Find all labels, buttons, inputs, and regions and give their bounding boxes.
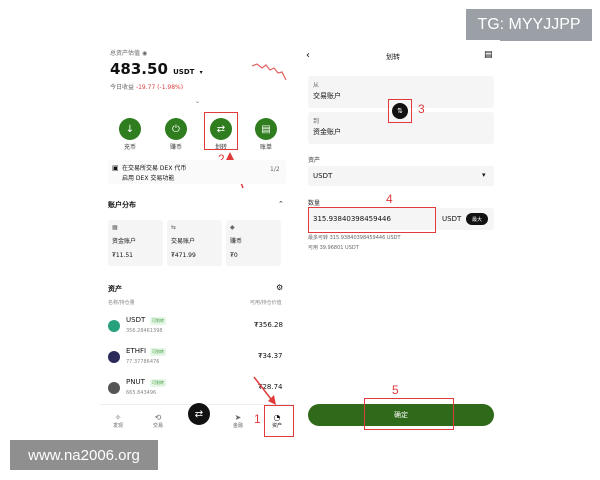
dex-line-2: 启用 DEX 交易功能 — [122, 175, 175, 182]
swap-center-icon[interactable]: ⇄ — [188, 403, 210, 425]
bill-label: 账单 — [259, 144, 272, 151]
nav-finance[interactable]: ➤ 金融 — [223, 413, 253, 429]
table-row[interactable]: USDT 可划转 356.28461398 ₮356.28 — [108, 316, 288, 340]
balance-value: 483.50 USDT ▾ — [110, 60, 203, 78]
coin-value: ₮34.37 — [258, 352, 283, 360]
amount-unit: USDT — [442, 215, 462, 223]
page-title: 划转 — [386, 53, 400, 61]
exchange-icon: ⇆ — [171, 224, 177, 231]
column-right: 可用/持仓价值 — [250, 300, 282, 306]
coin-name: USDT — [126, 316, 146, 324]
account-name: 交易账户 — [171, 238, 196, 245]
chevron-down-icon[interactable]: ▾ — [200, 69, 203, 76]
deposit-label: 充币 — [123, 144, 136, 151]
table-row[interactable]: ETHFI 可划转 77.37786476 ₮34.37 — [108, 347, 288, 371]
caret-down-icon: ▾ — [482, 171, 486, 179]
asset-label: 资产 — [308, 157, 321, 164]
coin-amount: 77.37786476 — [126, 359, 160, 365]
account-name: 赚币 — [230, 238, 243, 245]
balance-currency[interactable]: USDT — [173, 68, 194, 76]
deposit-icon[interactable]: ↓ — [119, 118, 141, 140]
earn-icon[interactable]: ⏻ — [165, 118, 187, 140]
coin-amount: 665.843496 — [126, 390, 157, 396]
watermark: www.na2006.org — [10, 440, 158, 470]
annotation-number-5: 5 — [392, 383, 399, 397]
transfer-screen: ‹ 划转 ▤ 从 交易账户 到 资金账户 ⇅ 3 资产 USDT ▾ 数量 31… — [300, 40, 500, 438]
history-icon[interactable]: ▤ — [484, 50, 493, 60]
assets-label: 总资产估值 ◉ — [110, 48, 147, 57]
annotation-number-4: 4 — [386, 192, 393, 206]
nav-label: 发现 — [112, 423, 123, 429]
back-arrow-icon[interactable]: ‹ — [306, 50, 310, 61]
nav-trade[interactable]: ⟲ 交易 — [143, 413, 173, 429]
pnut-icon — [108, 382, 120, 394]
annotation-arrow-1 — [253, 376, 276, 405]
annotation-box-swap — [388, 99, 412, 123]
discover-icon: ✧ — [114, 413, 122, 422]
annotation-box-transfer — [204, 112, 238, 150]
account-value: ₮471.99 — [171, 252, 196, 259]
to-value: 资金账户 — [313, 128, 341, 136]
asset-select[interactable]: USDT ▾ — [308, 166, 494, 186]
today-value: -19.77 (-1.98%) — [135, 84, 184, 91]
eye-icon[interactable]: ◉ — [142, 50, 147, 57]
annotation-number-3: 3 — [418, 102, 425, 116]
coin-amount: 356.28461398 — [126, 328, 163, 334]
dex-banner[interactable]: ▣ 在交易所交易 DEX 代币 启用 DEX 交易功能 1/2 — [108, 160, 286, 184]
account-value: ₮11.51 — [112, 252, 133, 259]
rocket-icon: ➤ — [234, 413, 242, 422]
annotation-box-confirm — [364, 398, 454, 430]
account-card-trading[interactable]: ⇆ 交易账户 ₮471.99 — [167, 220, 222, 266]
max-button[interactable]: 最大 — [466, 213, 488, 225]
today-label: 今日收益 — [110, 84, 135, 91]
earn-label: 赚币 — [169, 144, 182, 151]
trade-icon: ⟲ — [154, 413, 162, 422]
dex-page-indicator: 1/2 — [270, 166, 280, 173]
bill-icon[interactable]: ▤ — [255, 118, 277, 140]
today-earnings: 今日收益 -19.77 (-1.98%) — [110, 82, 183, 91]
to-label: 到 — [313, 118, 320, 125]
sparkline-chart — [251, 63, 287, 81]
wallet-icon: ▦ — [112, 224, 118, 231]
account-value: ₮0 — [230, 252, 238, 259]
max-transferable-text: 最多可转 315.93840398459446 USDT — [308, 235, 401, 241]
dex-line-1: 在交易所交易 DEX 代币 — [122, 165, 187, 172]
nav-discover[interactable]: ✧ 发现 — [103, 413, 133, 429]
account-card-earn[interactable]: ◆ 赚币 ₮0 — [226, 220, 281, 266]
coin-name: PNUT — [126, 378, 145, 386]
account-section-title: 账户分布 — [108, 201, 136, 209]
from-value: 交易账户 — [313, 92, 341, 100]
chevron-up-icon[interactable]: ⌃ — [278, 200, 284, 208]
column-left: 名称/持仓量 — [108, 300, 135, 306]
nav-label: 交易 — [152, 423, 163, 429]
coin-tag: 可划转 — [150, 379, 166, 387]
amount-label: 数量 — [308, 200, 321, 207]
dex-icon: ▣ — [112, 164, 119, 172]
nav-label: 金融 — [232, 423, 243, 429]
asset-value: USDT — [313, 172, 333, 180]
assets-section-title: 资产 — [108, 285, 122, 293]
coin-value: ₮356.28 — [254, 321, 283, 329]
available-text: 可用 39.96801 USDT — [308, 245, 359, 251]
annotation-box-amount — [308, 207, 436, 233]
account-card-funding[interactable]: ▦ 资金账户 ₮11.51 — [108, 220, 163, 266]
tg-badge: TG: MYYJJPP — [466, 9, 592, 41]
balance-number: 483.50 — [110, 60, 168, 78]
assets-label-text: 总资产估值 — [110, 50, 141, 57]
annotation-box-assets — [264, 405, 294, 437]
annotation-number-1: 1 — [254, 412, 261, 426]
chevron-down-icon[interactable]: ⌄ — [195, 98, 200, 105]
ethfi-icon — [108, 351, 120, 363]
from-label: 从 — [313, 82, 320, 89]
coin-tag: 可划转 — [150, 317, 166, 325]
coin-name: ETHFI — [126, 347, 147, 355]
coin-tag: 可划转 — [150, 348, 166, 356]
usdt-icon — [108, 320, 120, 332]
earn-small-icon: ◆ — [230, 224, 235, 231]
wallet-screen: 总资产估值 ◉ 483.50 USDT ▾ 今日收益 -19.77 (-1.98… — [100, 40, 295, 438]
filter-icon[interactable]: ⚙ — [276, 283, 283, 292]
account-name: 资金账户 — [112, 238, 137, 245]
